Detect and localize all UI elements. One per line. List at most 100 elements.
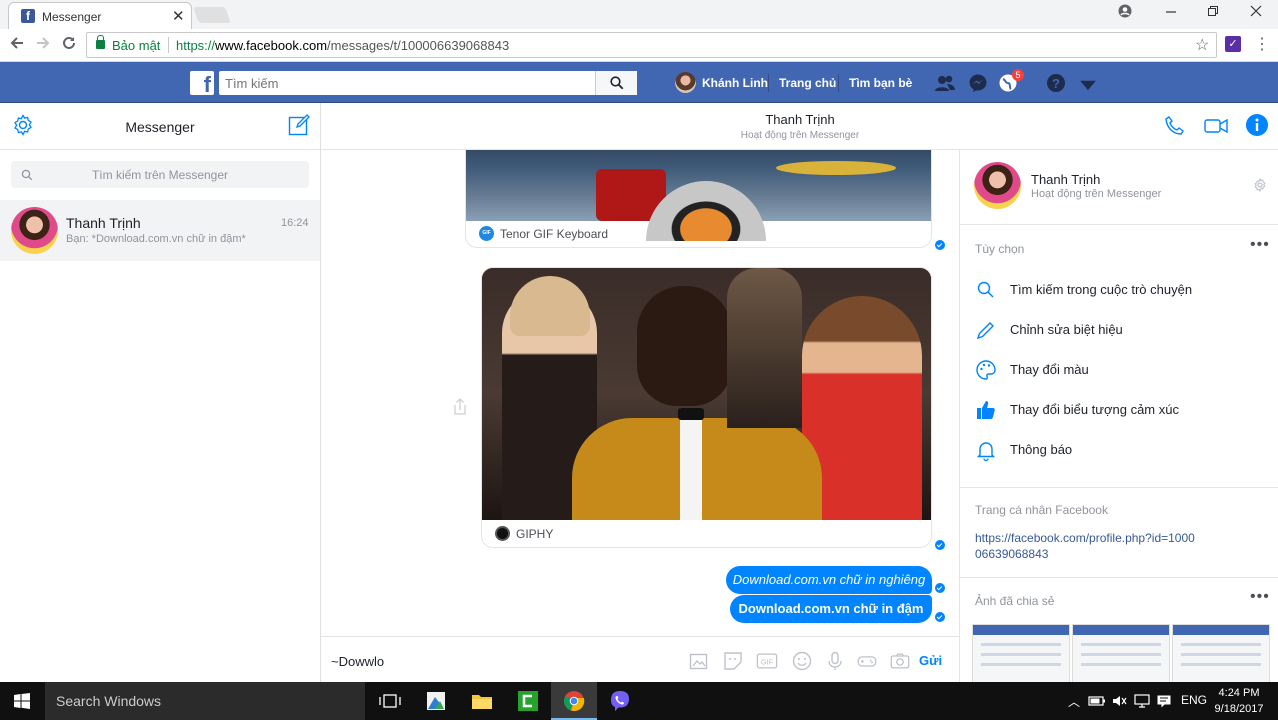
taskbar-app-camtasia[interactable] xyxy=(505,682,551,720)
facebook-search-button[interactable] xyxy=(595,71,637,95)
gif-source-footer[interactable]: GIPHY xyxy=(482,519,931,547)
input-language[interactable]: ENG xyxy=(1181,693,1207,707)
minimize-button[interactable] xyxy=(1156,4,1186,20)
tenor-gif-icon: GIF xyxy=(479,226,494,241)
browser-tab[interactable]: f Messenger ✕ xyxy=(8,2,192,29)
start-button[interactable] xyxy=(0,682,45,720)
search-icon xyxy=(977,281,994,298)
game-controller-icon[interactable] xyxy=(856,650,878,672)
phone-call-icon[interactable] xyxy=(1163,114,1187,138)
address-separator xyxy=(168,37,169,53)
windows-search-box[interactable]: Search Windows xyxy=(45,682,365,720)
help-icon[interactable]: ? xyxy=(1045,72,1067,94)
facebook-profile-link[interactable]: https://facebook.com/profile.php?id=1000… xyxy=(975,530,1195,562)
facebook-profile-title: Trang cá nhân Facebook xyxy=(975,503,1108,517)
option-search-conversation[interactable]: Tìm kiếm trong cuộc trò chuyện xyxy=(974,275,1269,305)
svg-text:?: ? xyxy=(1052,76,1060,91)
forward-button[interactable] xyxy=(35,35,51,56)
seen-check-icon xyxy=(935,540,945,550)
conversation-title[interactable]: Thanh Trịnh xyxy=(321,112,1278,127)
shared-photo-thumbnail[interactable] xyxy=(1072,624,1170,682)
back-button[interactable] xyxy=(9,35,25,56)
facebook-search[interactable] xyxy=(219,71,637,95)
profile-avatar[interactable] xyxy=(675,72,696,93)
windows-logo-icon xyxy=(14,693,30,709)
gif-image-audience[interactable] xyxy=(482,268,931,520)
gif-message-giphy[interactable]: GIPHY xyxy=(481,267,932,548)
taskbar-app-photos[interactable] xyxy=(413,682,459,720)
gif-message-tenor[interactable]: GIF Tenor GIF Keyboard xyxy=(465,150,932,248)
friend-requests-icon[interactable] xyxy=(934,72,956,94)
messenger-search[interactable]: Tìm kiếm trên Messenger xyxy=(11,161,309,188)
settings-gear-icon[interactable] xyxy=(1253,178,1267,192)
volume-icon[interactable] xyxy=(1111,693,1127,709)
close-window-button[interactable] xyxy=(1241,4,1271,20)
task-view-button[interactable] xyxy=(367,682,413,720)
shared-photo-thumbnail[interactable] xyxy=(1172,624,1270,682)
microphone-icon[interactable] xyxy=(824,650,846,672)
sticker-icon[interactable] xyxy=(722,650,744,672)
action-center-icon[interactable] xyxy=(1156,693,1172,709)
message-input[interactable] xyxy=(331,654,671,669)
video-call-icon[interactable] xyxy=(1203,114,1229,138)
find-friends-link[interactable]: Tìm bạn bè xyxy=(849,76,912,90)
shared-photos-more-icon[interactable]: ••• xyxy=(1250,588,1270,606)
taskbar-app-chrome[interactable] xyxy=(551,682,597,720)
new-tab-button[interactable] xyxy=(193,7,231,23)
facebook-search-input[interactable] xyxy=(225,72,585,94)
account-icon[interactable] xyxy=(1110,4,1140,21)
network-icon[interactable] xyxy=(1133,693,1151,709)
gif-icon[interactable]: GIF xyxy=(756,650,778,672)
option-label: Chỉnh sửa biệt hiệu xyxy=(1010,322,1123,337)
secure-label: Bảo mật xyxy=(112,38,161,53)
dropdown-arrow-icon[interactable] xyxy=(1077,76,1099,98)
options-more-icon[interactable]: ••• xyxy=(1250,236,1270,254)
contact-avatar xyxy=(11,207,58,254)
clock-time: 4:24 PM xyxy=(1218,687,1260,699)
facebook-logo[interactable]: f xyxy=(190,71,214,95)
send-button[interactable]: Gửi xyxy=(919,653,942,668)
chrome-icon xyxy=(563,691,585,712)
notification-badge: 5 xyxy=(1012,69,1024,81)
option-change-color[interactable]: Thay đổi màu xyxy=(974,355,1269,385)
message-thread: GIF Tenor GIF Keyboard GIPHY Download.co… xyxy=(321,150,959,636)
taskbar-app-viber[interactable] xyxy=(597,682,643,720)
profile-link[interactable]: Khánh Linh xyxy=(702,76,768,90)
conversation-list-item[interactable]: Thanh Trịnh 16:24 Bạn: *Download.com.vn … xyxy=(0,200,320,261)
info-icon[interactable] xyxy=(1245,113,1269,137)
address-bar[interactable]: Bảo mật https://www.facebook.com/message… xyxy=(86,32,1217,58)
contact-avatar[interactable] xyxy=(974,162,1021,209)
option-notifications[interactable]: Thông báo xyxy=(974,435,1269,465)
option-label: Tìm kiếm trong cuộc trò chuyện xyxy=(1010,282,1193,297)
taskbar-clock[interactable]: 4:24 PM 9/18/2017 xyxy=(1208,685,1270,717)
conversation-header: Thanh Trịnh Hoạt động trên Messenger xyxy=(321,103,1278,150)
camera-icon[interactable] xyxy=(889,650,911,672)
option-edit-nickname[interactable]: Chỉnh sửa biệt hiệu xyxy=(974,315,1269,345)
home-link[interactable]: Trang chủ xyxy=(779,76,836,90)
option-change-emoji[interactable]: Thay đổi biểu tượng cảm xúc xyxy=(974,395,1269,425)
battery-icon[interactable] xyxy=(1088,694,1106,708)
show-hidden-icons[interactable]: ︿ xyxy=(1068,693,1080,710)
share-icon[interactable] xyxy=(452,398,468,416)
browser-tab-strip: f Messenger ✕ xyxy=(0,0,1278,29)
photo-icon[interactable] xyxy=(688,650,710,672)
emoji-icon[interactable] xyxy=(791,650,813,672)
taskbar-app-file-explorer[interactable] xyxy=(459,682,505,720)
bookmark-star-icon[interactable]: ☆ xyxy=(1195,35,1209,55)
image-app-icon xyxy=(427,692,445,710)
compose-message-icon[interactable] xyxy=(287,113,311,137)
message-bubble-italic[interactable]: Download.com.vn chữ in nghiêng xyxy=(726,566,932,594)
panel-divider xyxy=(960,577,1278,578)
message-bubble-bold[interactable]: Download.com.vn chữ in đậm xyxy=(730,595,932,623)
restore-button[interactable] xyxy=(1198,4,1228,20)
gif-image-drums[interactable] xyxy=(466,150,931,241)
extension-icon[interactable]: ✓ xyxy=(1225,36,1241,52)
messenger-icon[interactable] xyxy=(967,72,989,94)
reload-button[interactable] xyxy=(61,35,77,56)
browser-menu-icon[interactable]: ⋮ xyxy=(1254,34,1270,54)
gif-source-footer[interactable]: GIF Tenor GIF Keyboard xyxy=(466,219,931,247)
tab-close-icon[interactable]: ✕ xyxy=(172,7,185,25)
contact-status: Hoạt động trên Messenger xyxy=(1031,188,1162,200)
shared-photo-thumbnail[interactable] xyxy=(972,624,1070,682)
contact-name[interactable]: Thanh Trịnh xyxy=(1031,172,1100,187)
